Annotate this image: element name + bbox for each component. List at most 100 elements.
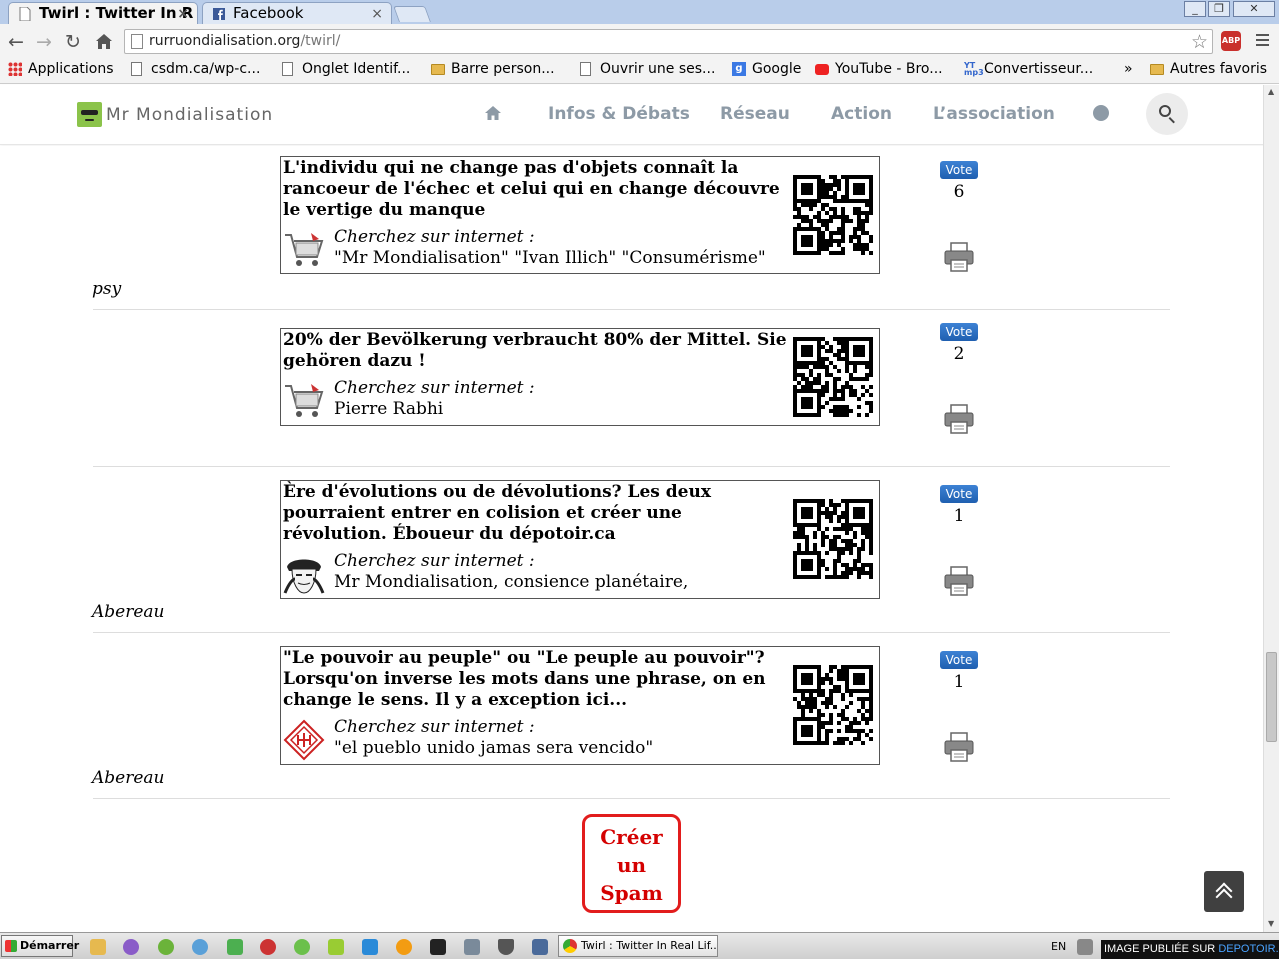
bookmark-ouvrir[interactable]: Ouvrir une ses... [580,60,715,78]
tab-twirl[interactable]: Twirl : Twitter In R × [8,2,198,24]
bookmark-barre[interactable]: Barre person... [431,60,555,78]
folder-icon [1150,64,1164,75]
scroll-to-top-button[interactable] [1204,871,1244,912]
search-label: Cherchez sur internet : [334,227,535,247]
vote-button[interactable]: Vote [940,323,978,341]
twirl-text: 20% der Bevölkerung verbraucht 80% der M… [283,330,787,371]
shield-icon[interactable] [498,939,514,955]
divider [93,466,1170,467]
search-hint: Cherchez sur internet : Mr Mondialisatio… [283,551,803,597]
bookmark-youtube[interactable]: YouTube - Bro... [815,60,943,78]
anonymous-mask-icon [283,553,325,595]
vote-button[interactable]: Vote [940,651,978,669]
notepad-icon[interactable] [227,939,243,955]
home-icon[interactable] [484,105,502,121]
page-icon [131,62,142,76]
bookmark-csdm[interactable]: csdm.ca/wp-c... [131,60,260,78]
firefox-icon[interactable] [396,939,412,955]
taskbar-chrome-window[interactable]: Twirl : Twitter In Real Lif... [558,935,718,957]
green-app-icon[interactable] [158,939,174,955]
window-icon[interactable] [532,939,548,955]
vote-button[interactable]: Vote [940,485,978,503]
url-path: /twirl/ [300,33,341,49]
scroll-down-icon[interactable]: ▼ [1268,919,1274,928]
utorrent-icon[interactable] [294,939,310,955]
divider [93,798,1170,799]
printer-icon[interactable] [943,566,975,596]
vote-count: 2 [953,344,965,364]
vote-button[interactable]: Vote [940,161,978,179]
qr-code [793,499,873,579]
printer-icon[interactable] [943,242,975,272]
search-label: Cherchez sur internet : [334,551,535,571]
site-header: Mr Mondialisation Infos & Débats Réseau … [0,85,1279,145]
printer-icon[interactable] [943,404,975,434]
globe-app-icon[interactable] [192,939,208,955]
author-name: Abereau [92,768,165,788]
red-emblem-icon [283,719,325,761]
network-icon[interactable] [260,939,276,955]
scroll-up-icon[interactable]: ▲ [1268,87,1274,96]
google-icon: g [732,62,746,76]
author-name: psy [92,279,122,299]
browser-tab-strip: Twirl : Twitter In R × Facebook × _ ❐ ✕ [0,0,1279,24]
media-player-icon[interactable] [123,939,139,955]
page-scrollbar[interactable]: ▲ ▼ [1263,85,1279,932]
scrollbar-thumb[interactable] [1266,652,1277,742]
search-terms: "Mr Mondialisation" "Ivan Illich" "Consu… [334,248,766,268]
bookmarks-overflow[interactable]: » [1106,60,1133,78]
shopping-cart-icon [285,384,324,417]
menu-icon[interactable] [1256,34,1269,46]
vote-count: 1 [953,672,965,692]
minimize-button[interactable]: _ [1184,1,1206,17]
folder-icon[interactable] [90,939,106,955]
search-hint: Cherchez sur internet : Pierre Rabhi [283,378,803,424]
create-spam-button[interactable]: Créer un Spam [582,814,681,913]
search-button[interactable] [1146,93,1188,135]
new-tab-button[interactable] [393,6,431,22]
bookmark-google[interactable]: g Google [732,60,801,78]
nav-reseau[interactable]: Réseau [720,104,790,124]
logo-icon[interactable] [77,102,102,127]
language-indicator[interactable]: EN [1051,940,1066,953]
home-button-icon[interactable] [95,33,113,50]
nav-action[interactable]: Action [831,104,892,124]
qr-code [793,337,873,417]
tab-close-icon[interactable]: × [371,4,383,24]
globe-icon[interactable] [1093,105,1109,121]
printer-icon[interactable] [943,732,975,762]
back-arrow-icon[interactable]: ← [8,32,24,52]
twirl-card: Ère d'évolutions ou de dévolutions? Les … [280,480,880,599]
forward-arrow-icon[interactable]: → [36,32,52,52]
page-icon [282,62,293,76]
bookmark-star-icon[interactable]: ☆ [1191,31,1208,53]
search-terms: Pierre Rabhi [334,399,444,419]
terminal-icon[interactable] [430,939,446,955]
tab-facebook[interactable]: Facebook × [202,2,392,24]
tab-close-icon[interactable]: × [177,4,189,24]
qr-code [793,665,873,745]
reload-icon[interactable]: ↻ [65,32,81,52]
keyboard-icon[interactable] [1077,939,1093,955]
adblock-icon[interactable]: ABP [1221,31,1241,51]
bookmark-convertisseur[interactable]: YT mp3 Convertisseur... [964,60,1093,78]
divider [93,632,1170,633]
divider [93,309,1170,310]
dropbox-icon[interactable] [362,939,378,955]
nav-infos-debats[interactable]: Infos & Débats [548,104,690,124]
printer-tray-icon[interactable] [464,939,480,955]
maximize-button[interactable]: ❐ [1208,1,1230,17]
bookmark-other-favorites[interactable]: Autres favoris [1150,60,1267,78]
close-window-button[interactable]: ✕ [1233,1,1275,17]
shopping-cart-icon [285,233,324,266]
nav-association[interactable]: L’association [933,104,1055,124]
start-button[interactable]: Démarrer [1,935,79,957]
address-bar[interactable]: rurruondialisation.org/twirl/ ☆ [124,29,1213,54]
editor-icon[interactable] [328,939,344,955]
site-logo-text[interactable]: Mr Mondialisation [106,105,273,125]
search-terms: Mr Mondialisation, consience planétaire, [334,572,689,592]
bookmark-applications[interactable]: Applications [8,60,114,78]
bookmark-onglet[interactable]: Onglet Identif... [282,60,410,78]
search-hint: Cherchez sur internet : "el pueblo unido… [283,717,803,763]
twirl-card: L'individu qui ne change pas d'objets co… [280,156,880,274]
